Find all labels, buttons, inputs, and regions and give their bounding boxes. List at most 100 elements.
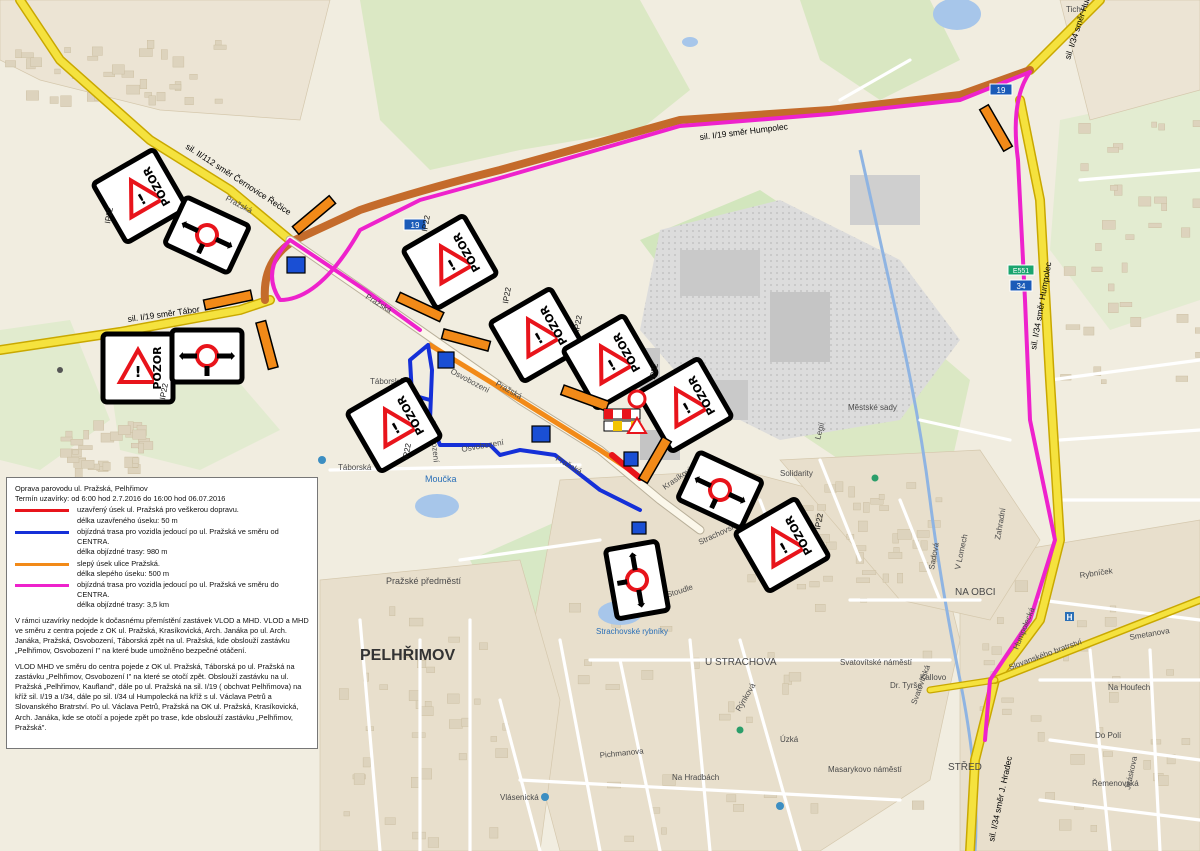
- building: [856, 577, 870, 583]
- building: [1192, 198, 1200, 208]
- label-taborska-2: Táborská: [338, 463, 372, 472]
- shield-i34-label: 34: [1017, 282, 1026, 291]
- building: [912, 800, 925, 810]
- building: [1166, 669, 1174, 676]
- sign-roundabout-4[interactable]: [605, 541, 668, 619]
- building: [67, 456, 80, 463]
- building: [21, 52, 34, 58]
- building: [479, 642, 488, 650]
- building: [343, 811, 350, 817]
- building: [1063, 266, 1076, 276]
- building: [102, 462, 111, 471]
- building: [747, 574, 756, 583]
- label-do-poli: Do Polí: [1095, 731, 1122, 740]
- building: [826, 541, 837, 550]
- building: [81, 460, 95, 469]
- building: [1100, 379, 1107, 385]
- legend-swatch-magenta: [15, 583, 69, 587]
- building: [420, 706, 434, 716]
- building: [139, 79, 148, 90]
- building: [54, 68, 61, 75]
- building: [726, 794, 737, 803]
- building: [1045, 792, 1055, 801]
- building: [49, 96, 59, 104]
- building: [83, 430, 89, 440]
- building: [132, 429, 147, 440]
- sign-roundabout-2[interactable]: [172, 330, 242, 382]
- building: [426, 666, 435, 673]
- building: [411, 777, 420, 788]
- building: [1110, 184, 1118, 191]
- building: [922, 650, 933, 659]
- building: [577, 675, 590, 685]
- building: [1014, 580, 1028, 592]
- legend-panel: Oprava parovodu ul. Pražská, Pelhřimov T…: [6, 477, 318, 749]
- building: [138, 442, 144, 454]
- legend-swatch-closed: [15, 509, 69, 513]
- legend-title: Oprava parovodu ul. Pražská, Pelhřimov: [15, 484, 148, 493]
- city-label: PELHŘIMOV: [360, 645, 455, 664]
- building: [858, 520, 868, 532]
- building: [148, 95, 156, 106]
- building: [447, 693, 460, 704]
- building: [605, 684, 620, 690]
- building: [1101, 220, 1116, 230]
- building: [1080, 163, 1089, 172]
- building: [733, 804, 744, 812]
- building: [997, 617, 1004, 624]
- building: [156, 92, 166, 102]
- building: [384, 817, 396, 825]
- legend-item-closed-line1: uzavřený úsek ul. Pražská pro veškerou d…: [77, 505, 239, 515]
- building: [661, 827, 667, 835]
- building: [1108, 302, 1119, 313]
- shield-i34: 34: [1009, 279, 1033, 292]
- building: [60, 95, 72, 107]
- building: [1192, 120, 1200, 127]
- building: [132, 457, 140, 464]
- building: [146, 40, 155, 49]
- building: [458, 753, 467, 761]
- shield-i19-east: 19: [989, 83, 1013, 96]
- building: [788, 672, 802, 682]
- building: [916, 530, 930, 538]
- building: [1151, 121, 1157, 128]
- legend-para-2: VLOD MHD ve směru do centra pojede z OK …: [15, 661, 302, 732]
- legend-item-closed: uzavřený úsek ul. Pražská pro veškerou d…: [15, 505, 309, 525]
- building: [920, 540, 928, 551]
- building: [489, 827, 499, 839]
- building: [70, 439, 84, 446]
- building: [427, 837, 440, 848]
- label-tichy: Tichý: [1066, 5, 1085, 14]
- building: [1002, 708, 1012, 715]
- building: [641, 670, 654, 680]
- legend-item-blue-line1: objízdná trasa pro vozidla jedoucí po ul…: [77, 526, 279, 547]
- label-svatovitske-namesti: Svatovítské náměstí: [840, 658, 913, 667]
- building: [1148, 222, 1162, 229]
- legend-item-orange-line2: délka slepého úseku: 500 m: [77, 568, 170, 578]
- building: [1108, 692, 1119, 703]
- building: [93, 420, 104, 431]
- building: [448, 636, 460, 643]
- building: [72, 449, 79, 455]
- building: [64, 47, 71, 53]
- building: [1102, 751, 1113, 757]
- building: [1195, 352, 1200, 358]
- building: [111, 64, 125, 75]
- building: [15, 49, 22, 59]
- label-prazske-predmesti: Pražské předměstí: [386, 576, 462, 586]
- label-na-obci: NA OBCI: [955, 587, 996, 598]
- building: [461, 717, 470, 727]
- building: [118, 425, 131, 435]
- building: [1091, 266, 1103, 273]
- building: [408, 690, 420, 702]
- building: [878, 494, 885, 500]
- building: [569, 603, 581, 613]
- building: [1194, 327, 1200, 334]
- building: [719, 713, 731, 721]
- building: [746, 716, 753, 723]
- building: [1181, 227, 1191, 238]
- building: [126, 84, 140, 95]
- building: [1157, 775, 1169, 786]
- legend-item-magenta-line2: délka objízdné trasy: 3,5 km: [77, 600, 170, 610]
- building: [882, 573, 890, 583]
